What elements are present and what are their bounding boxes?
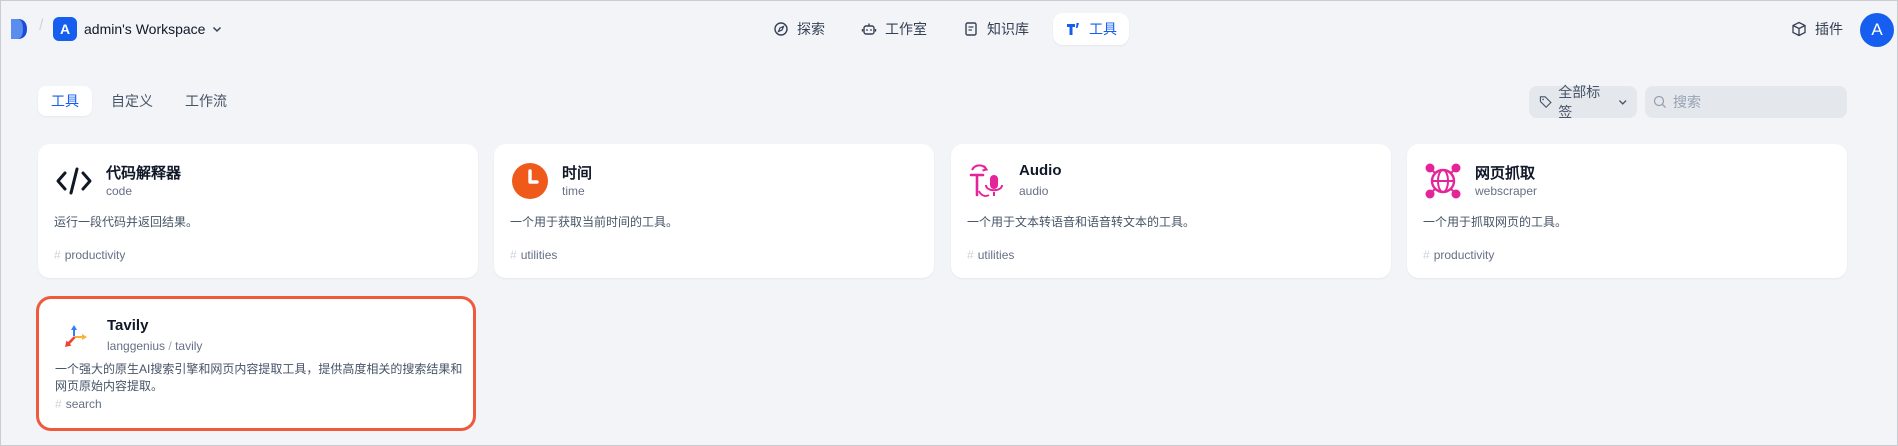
workspace-name: admin's Workspace [84,21,206,37]
tool-card-audio[interactable]: Audio audio 一个用于文本转语音和语音转文本的工具。 # utiliti… [951,144,1391,278]
tool-card-code[interactable]: 代码解释器 code 运行一段代码并返回结果。 # productivity [38,144,478,278]
plugins-button[interactable]: 插件 [1791,19,1843,39]
clock-icon [510,161,550,201]
tool-title: 代码解释器 [106,165,182,182]
tool-tag-label: utilities [520,248,558,262]
search-box [1645,86,1847,118]
tavily-icon [55,316,95,356]
tool-tag-label: productivity [1433,248,1495,262]
tool-tag: # utilities [967,248,1014,262]
chevron-down-icon [213,26,222,33]
hash-icon: # [1423,248,1430,262]
compass-icon [774,22,788,36]
tag-filter-label: 全部标签 [1558,84,1601,120]
hash-icon: # [54,248,61,262]
nav-knowledge-label: 知识库 [987,21,1029,37]
tag-icon [1539,96,1552,109]
tool-description: 一个强大的原生AI搜索引擎和网页内容提取工具，提供高度相关的搜索结果和网页原始内… [55,362,463,393]
app-window: / A admin's Workspace 探索 工作室 知识库 工具 插件 A… [0,0,1898,446]
tool-tag: # productivity [1423,248,1494,262]
tool-tag-label: search [65,397,102,411]
search-input[interactable] [1673,94,1833,110]
tool-title: 网页抓取 [1475,165,1536,182]
main-nav: 探索 工作室 知识库 工具 [761,13,1129,45]
breadcrumb-separator: / [39,17,44,34]
tag-filter-dropdown[interactable]: 全部标签 [1529,84,1637,120]
tool-tag: # productivity [54,248,125,262]
workspace-avatar: A [53,17,77,41]
cube-icon [1792,21,1806,37]
tool-icon [1067,23,1079,35]
tab-builtin[interactable]: 工具 [38,86,92,116]
tool-subtitle: webscraper [1475,184,1538,198]
nav-knowledge[interactable]: 知识库 [951,13,1041,45]
audio-icon [967,161,1007,201]
tool-tag-label: utilities [977,248,1015,262]
plugins-label: 插件 [1815,21,1843,37]
search-icon [1653,95,1666,108]
nav-studio-label: 工作室 [885,21,927,37]
nav-explore-label: 探索 [797,21,825,37]
workspace-switcher[interactable]: A admin's Workspace [53,17,222,41]
tool-subtitle: audio [1019,184,1049,198]
hash-icon: # [510,248,517,262]
tool-subtitle-separator: / [168,339,172,353]
tool-description: 一个用于抓取网页的工具。 [1423,215,1568,229]
hash-icon: # [55,397,62,411]
tab-custom[interactable]: 自定义 [98,86,166,116]
tool-tag-label: productivity [64,248,126,262]
nav-explore[interactable]: 探索 [761,13,837,45]
code-icon [54,161,94,201]
book-icon [965,22,977,36]
tool-tag: # search [55,397,102,411]
tab-workflow[interactable]: 工作流 [172,86,240,116]
tool-description: 运行一段代码并返回结果。 [54,215,199,229]
dify-logo-icon[interactable] [9,17,29,41]
nav-tools-label: 工具 [1089,21,1117,37]
tool-description: 一个用于文本转语音和语音转文本的工具。 [967,215,1196,229]
tool-card-webscraper[interactable]: 网页抓取 webscraper 一个用于抓取网页的工具。 # productivi… [1407,144,1847,278]
robot-icon [861,23,877,35]
tool-title: Audio [1019,162,1062,179]
tool-card-tavily[interactable]: Tavily langgenius / tavily 一个强大的原生AI搜索引擎… [36,296,476,431]
hash-icon: # [967,248,974,262]
chevron-down-icon [1618,100,1627,105]
tool-title: Tavily [107,317,149,334]
tool-type-tabs: 工具 自定义 工作流 [38,86,240,116]
tool-subtitle: time [562,184,585,198]
tool-subtitle: langgenius / tavily [107,339,202,353]
top-header: / A admin's Workspace 探索 工作室 知识库 工具 插件 A [1,1,1897,57]
nav-tools[interactable]: 工具 [1053,13,1129,45]
globe-icon [1423,161,1463,201]
user-avatar[interactable]: A [1860,13,1894,47]
nav-studio[interactable]: 工作室 [849,13,939,45]
tool-subtitle-name: tavily [175,339,203,353]
tool-description: 一个用于获取当前时间的工具。 [510,215,679,229]
tool-card-time[interactable]: 时间 time 一个用于获取当前时间的工具。 # utilities [494,144,934,278]
tool-subtitle: code [106,184,133,198]
tool-tag: # utilities [510,248,557,262]
tool-title: 时间 [562,165,593,182]
tool-author: langgenius [107,339,166,353]
